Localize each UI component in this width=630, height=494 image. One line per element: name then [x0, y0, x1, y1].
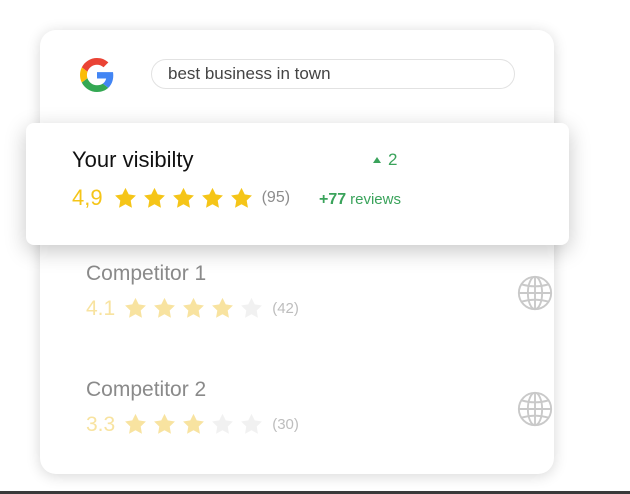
- competitor-row-2: Competitor 2 3.3 (30): [86, 378, 553, 448]
- star-rating: [113, 186, 258, 211]
- rank-change-value: 2: [388, 150, 398, 169]
- competitor-score: 3.3: [86, 412, 116, 436]
- star-icon: [212, 413, 234, 434]
- search-box[interactable]: best business in town: [151, 59, 515, 89]
- new-reviews-label: reviews: [350, 191, 401, 208]
- your-visibility-card: Your visibilty 2 4,9 (95) +77 reviews: [26, 123, 569, 245]
- star-icon: [172, 187, 194, 208]
- competitor-rating: 3.3 (30): [86, 412, 299, 437]
- competitor-review-count: (30): [272, 416, 299, 433]
- your-rating: 4,9 (95): [72, 185, 290, 211]
- globe-icon[interactable]: [516, 274, 554, 312]
- competitor-score: 4.1: [86, 296, 116, 320]
- competitor-name: Competitor 1: [86, 262, 207, 285]
- star-icon: [201, 187, 223, 208]
- new-reviews-count: +77: [319, 191, 347, 208]
- your-review-count: (95): [261, 189, 291, 206]
- new-reviews: +77 reviews: [319, 191, 401, 209]
- star-icon: [241, 297, 263, 318]
- star-rating: [123, 296, 268, 321]
- visibility-title: Your visibilty: [72, 147, 194, 172]
- triangle-up-icon: [373, 157, 381, 163]
- star-icon: [183, 297, 205, 318]
- star-icon: [125, 413, 147, 434]
- competitor-name: Competitor 2: [86, 378, 207, 401]
- star-rating: [123, 412, 268, 437]
- star-icon: [183, 413, 205, 434]
- google-logo-icon: [80, 58, 114, 92]
- results-card: best business in town Competitor 1 4.1 (…: [40, 30, 554, 474]
- your-score: 4,9: [72, 185, 103, 210]
- globe-icon[interactable]: [516, 390, 554, 428]
- competitor-row-1: Competitor 1 4.1 (42): [86, 262, 553, 332]
- star-icon: [212, 297, 234, 318]
- star-icon: [241, 413, 263, 434]
- star-icon: [230, 187, 252, 208]
- star-icon: [114, 187, 136, 208]
- star-icon: [143, 187, 165, 208]
- competitor-rating: 4.1 (42): [86, 296, 299, 321]
- competitor-review-count: (42): [272, 300, 299, 317]
- rank-change: 2: [372, 150, 397, 170]
- star-icon: [154, 297, 176, 318]
- star-icon: [125, 297, 147, 318]
- search-query: best business in town: [168, 64, 331, 83]
- star-icon: [154, 413, 176, 434]
